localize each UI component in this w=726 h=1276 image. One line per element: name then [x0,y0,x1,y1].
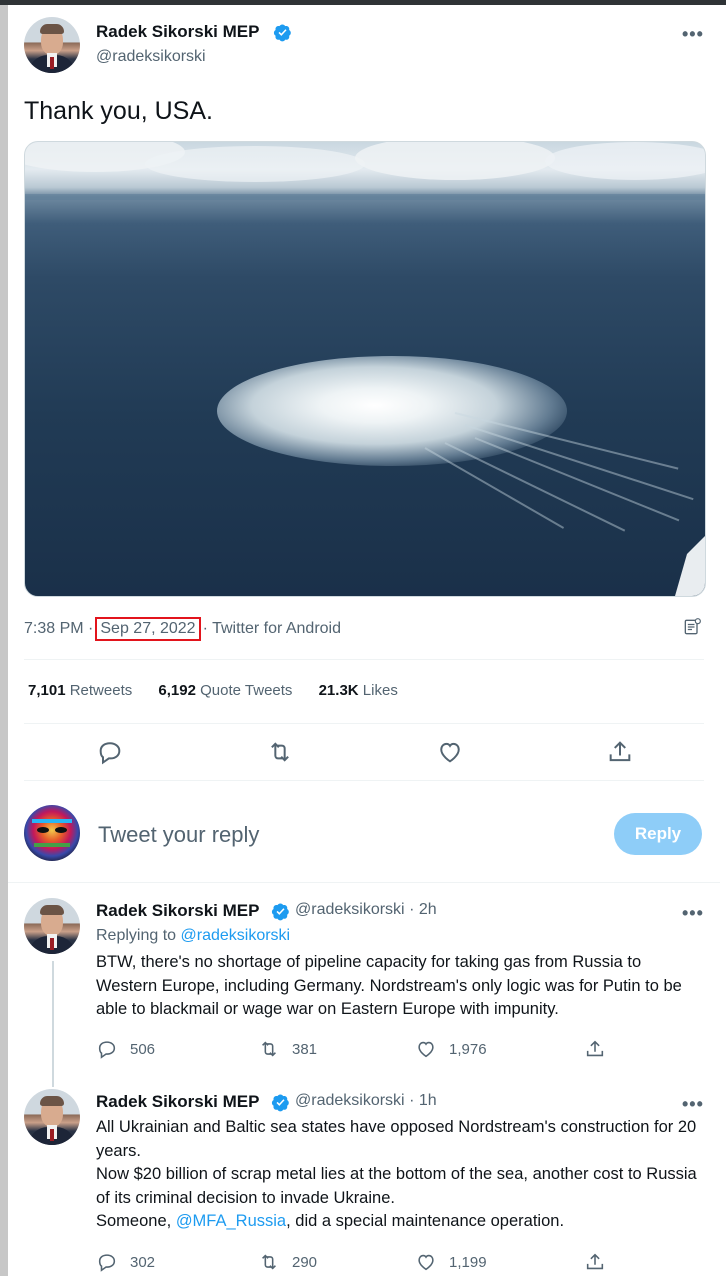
reply-author-name[interactable]: Radek Sikorski MEP [96,901,259,921]
replying-to: Replying to @radeksikorski [96,927,291,944]
retweet-count-button[interactable]: 381 [258,1038,317,1060]
reply-author-handle[interactable]: @radeksikorski · 2h [295,901,437,919]
like-icon [418,1041,434,1058]
reply-icon [98,1041,116,1059]
like-icon [440,742,460,763]
reply-button[interactable] [96,738,124,766]
reply-text: BTW, there's no shortage of pipeline cap… [96,953,682,1018]
tweet-source[interactable]: Twitter for Android [212,620,341,637]
more-icon[interactable]: ••• [682,903,704,924]
replying-to-handle[interactable]: @radeksikorski [181,927,291,944]
retweet-icon [262,1254,276,1270]
divider [8,882,720,883]
tweet-meta: 7:38 PM · Sep 27, 2022 · Twitter for Andro… [24,617,341,641]
divider [24,780,704,781]
verified-badge-icon [271,1094,289,1112]
tweet-date-highlight: Sep 27, 2022 [95,617,201,641]
author-name[interactable]: Radek Sikorski MEP [96,22,259,42]
retweets-stat[interactable]: 7,101 Retweets [28,682,132,699]
likes-stat[interactable]: 21.3K Likes [319,682,398,699]
share-button[interactable] [584,1038,618,1060]
mention-link[interactable]: @MFA_Russia [176,1212,286,1230]
author-handle[interactable]: @radeksikorski [96,48,206,66]
reply-text: All Ukrainian and Baltic sea states have… [96,1118,697,1230]
retweet-icon [271,742,289,762]
like-count-button[interactable]: 1,199 [415,1251,487,1273]
tweet-stats: 7,101 Retweets 6,192 Quote Tweets 21.3K … [28,682,420,699]
like-count-button[interactable]: 1,976 [415,1038,487,1060]
share-icon [586,1040,604,1057]
tweet-time[interactable]: 7:38 PM [24,620,84,637]
like-icon [418,1254,434,1271]
retweet-icon [262,1041,276,1057]
reply-author-avatar[interactable] [24,898,80,954]
reply-icon [98,1254,116,1272]
reply-author-avatar[interactable] [24,1089,80,1145]
quote-tweets-stat[interactable]: 6,192 Quote Tweets [158,682,292,699]
retweet-count-button[interactable]: 290 [258,1251,317,1273]
meta-separator: · [88,620,94,637]
like-button[interactable] [436,738,464,766]
more-icon[interactable]: ••• [682,1094,704,1115]
reply-count-button[interactable]: 302 [96,1251,155,1273]
verified-badge-icon [271,903,289,921]
share-button[interactable] [606,738,634,766]
share-button[interactable] [584,1251,618,1273]
left-gutter [0,5,8,1276]
meta-separator: · [202,620,208,637]
more-icon[interactable]: ••• [682,24,704,45]
current-user-avatar[interactable] [24,805,80,861]
author-avatar[interactable] [24,17,80,73]
tweet-date[interactable]: Sep 27, 2022 [100,620,195,637]
thread-connector [52,961,54,1087]
tweet-column: Radek Sikorski MEP @radeksikorski ••• Th… [8,5,720,1276]
tweet-photo[interactable] [24,141,706,597]
share-icon [586,1253,604,1270]
reply-submit-button[interactable]: Reply [614,813,702,855]
reply-icon [99,742,121,765]
divider [24,659,704,660]
reply-count-button[interactable]: 506 [96,1038,155,1060]
tweet-text: Thank you, USA. [24,97,213,125]
reply-author-name[interactable]: Radek Sikorski MEP [96,1092,259,1112]
retweet-button[interactable] [266,738,294,766]
verified-badge-icon [273,24,291,42]
share-icon [609,741,631,762]
reply-input[interactable]: Tweet your reply [98,822,259,848]
analytics-icon[interactable] [682,617,702,637]
divider [24,723,704,724]
reply-author-handle[interactable]: @radeksikorski · 1h [295,1092,437,1110]
